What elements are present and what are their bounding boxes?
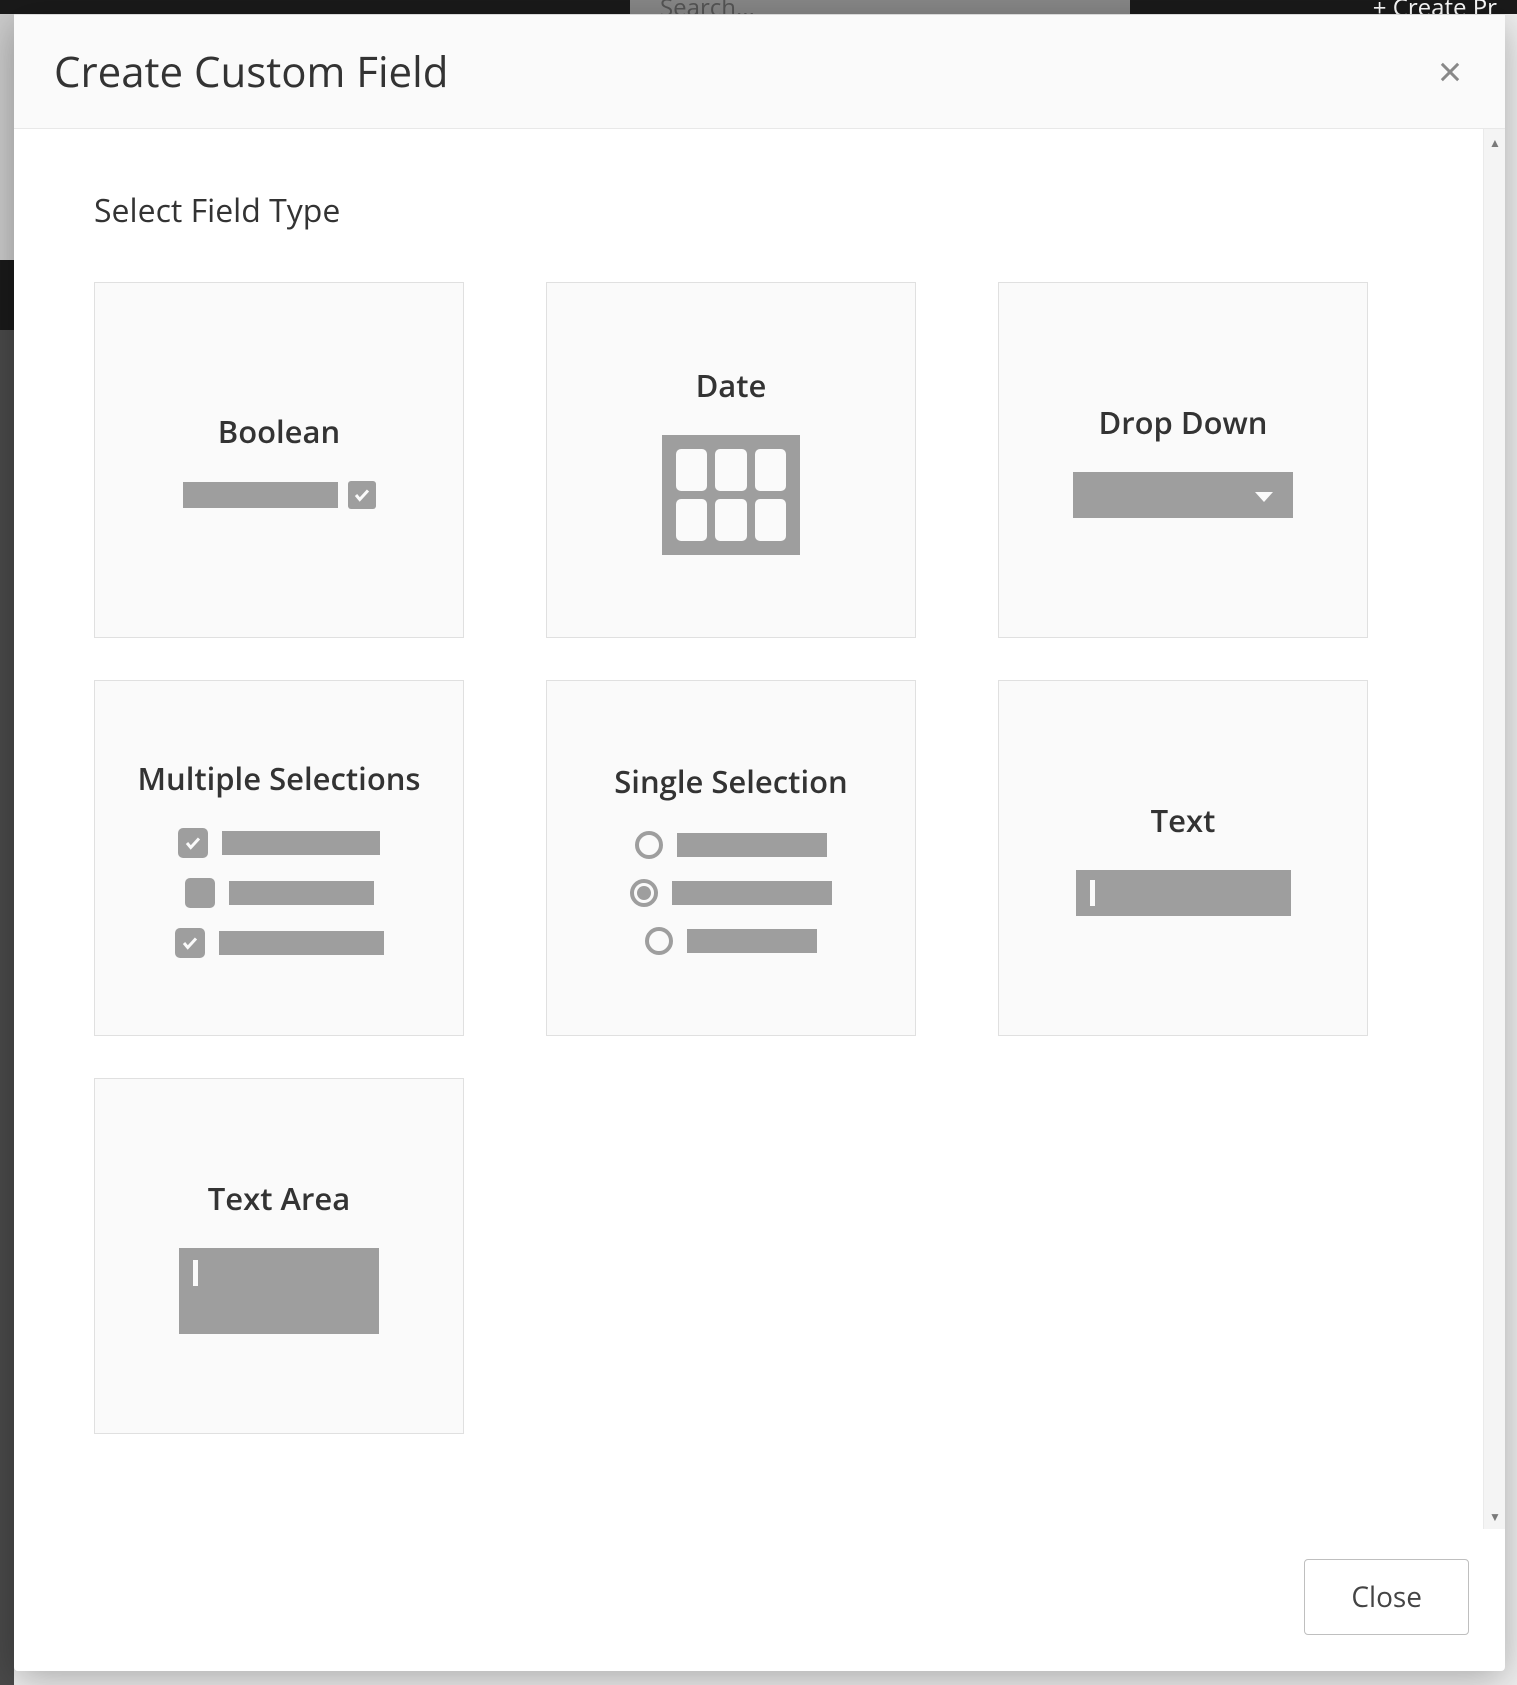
field-type-grid: Boolean Date bbox=[94, 282, 1425, 1434]
modal-title: Create Custom Field bbox=[54, 43, 448, 100]
modal-header: Create Custom Field bbox=[14, 15, 1505, 129]
dropdown-illustration-icon bbox=[1073, 472, 1293, 518]
create-custom-field-modal: Create Custom Field ▲ ▼ Select Field Typ… bbox=[14, 15, 1505, 1671]
background-search: Search... bbox=[630, 0, 1130, 14]
field-type-label: Date bbox=[696, 365, 767, 407]
background-side-dark bbox=[0, 260, 14, 330]
field-type-boolean[interactable]: Boolean bbox=[94, 282, 464, 638]
background-create-button: + Create Pr bbox=[1353, 0, 1517, 14]
close-button[interactable]: Close bbox=[1304, 1559, 1469, 1635]
field-type-single-selection[interactable]: Single Selection bbox=[546, 680, 916, 1036]
modal-body: ▲ ▼ Select Field Type Boolean Date bbox=[14, 129, 1505, 1529]
multiple-selections-illustration-icon bbox=[175, 828, 384, 958]
scroll-down-icon[interactable]: ▼ bbox=[1484, 1505, 1505, 1527]
field-type-date[interactable]: Date bbox=[546, 282, 916, 638]
text-illustration-icon bbox=[1076, 870, 1291, 916]
field-type-text[interactable]: Text bbox=[998, 680, 1368, 1036]
close-icon[interactable] bbox=[1435, 57, 1465, 87]
modal-footer: Close bbox=[14, 1529, 1505, 1671]
section-title: Select Field Type bbox=[94, 189, 1425, 232]
field-type-label: Drop Down bbox=[1099, 402, 1268, 444]
field-type-label: Multiple Selections bbox=[137, 758, 420, 800]
boolean-illustration-icon bbox=[183, 481, 376, 509]
field-type-label: Single Selection bbox=[614, 761, 847, 803]
single-selection-illustration-icon bbox=[630, 831, 832, 955]
field-type-text-area[interactable]: Text Area bbox=[94, 1078, 464, 1434]
field-type-dropdown[interactable]: Drop Down bbox=[998, 282, 1368, 638]
scroll-up-icon[interactable]: ▲ bbox=[1484, 131, 1505, 153]
field-type-label: Boolean bbox=[218, 411, 340, 453]
date-illustration-icon bbox=[662, 435, 800, 555]
scrollbar[interactable]: ▲ ▼ bbox=[1483, 129, 1505, 1529]
textarea-illustration-icon bbox=[179, 1248, 379, 1334]
field-type-label: Text bbox=[1151, 800, 1216, 842]
field-type-label: Text Area bbox=[208, 1178, 350, 1220]
field-type-multiple-selections[interactable]: Multiple Selections bbox=[94, 680, 464, 1036]
